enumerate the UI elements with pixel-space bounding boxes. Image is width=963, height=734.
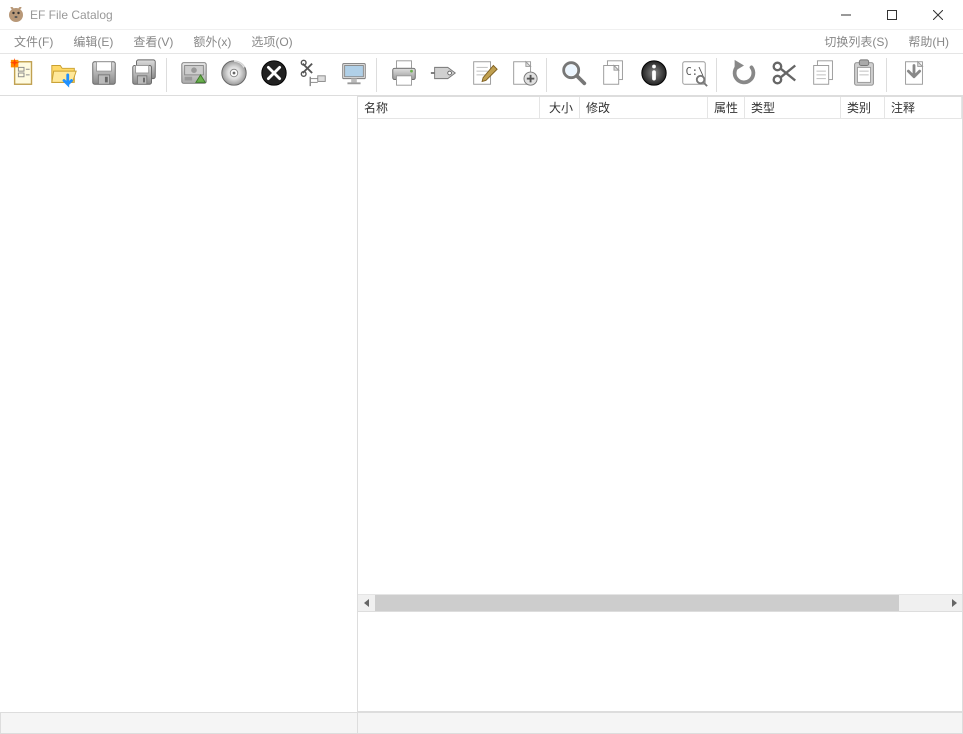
column-type[interactable]: 类型 <box>745 97 841 118</box>
file-list[interactable] <box>358 119 962 594</box>
cut-tree-icon <box>299 58 329 91</box>
add-file-button[interactable] <box>504 57 544 93</box>
status-right <box>358 713 963 734</box>
print-button[interactable] <box>384 57 424 93</box>
detail-pane[interactable] <box>358 612 963 712</box>
cut-tree-button[interactable] <box>294 57 334 93</box>
tag-button[interactable] <box>424 57 464 93</box>
toolbar-separator <box>166 58 172 92</box>
monitor-button[interactable] <box>334 57 374 93</box>
tree-pane[interactable] <box>0 96 358 712</box>
new-catalog-icon <box>9 58 39 91</box>
search-button[interactable] <box>554 57 594 93</box>
paste-button[interactable] <box>844 57 884 93</box>
undo-button[interactable] <box>724 57 764 93</box>
duplicate-icon <box>599 58 629 91</box>
menu-extra[interactable]: 额外(x) <box>183 30 241 53</box>
column-category[interactable]: 类别 <box>841 97 885 118</box>
statusbar <box>0 712 963 734</box>
scroll-thumb[interactable] <box>375 595 899 611</box>
add-file-icon <box>509 58 539 91</box>
disc-button[interactable] <box>214 57 254 93</box>
info-button[interactable] <box>634 57 674 93</box>
menu-file[interactable]: 文件(F) <box>4 30 63 53</box>
save-button[interactable] <box>84 57 124 93</box>
save-icon <box>89 58 119 91</box>
menu-switch-list[interactable]: 切换列表(S) <box>814 30 898 53</box>
drive-icon <box>179 58 209 91</box>
open-folder-icon <box>49 58 79 91</box>
column-modified[interactable]: 修改 <box>580 97 708 118</box>
toolbar-separator <box>716 58 722 92</box>
toolbar-separator <box>546 58 552 92</box>
drive-button[interactable] <box>174 57 214 93</box>
menu-view[interactable]: 查看(V) <box>123 30 183 53</box>
menubar: 文件(F) 编辑(E) 查看(V) 额外(x) 选项(O) 切换列表(S) 帮助… <box>0 30 963 54</box>
export-button[interactable] <box>894 57 934 93</box>
menu-edit[interactable]: 编辑(E) <box>63 30 123 53</box>
open-folder-button[interactable] <box>44 57 84 93</box>
export-icon <box>899 58 929 91</box>
list-pane: 名称 大小 修改 属性 类型 类别 注释 <box>358 96 963 612</box>
paste-icon <box>849 58 879 91</box>
toolbar-separator <box>376 58 382 92</box>
close-window-button[interactable] <box>915 0 961 30</box>
tag-icon <box>429 58 459 91</box>
column-name[interactable]: 名称 <box>358 97 540 118</box>
print-icon <box>389 58 419 91</box>
close-catalog-button[interactable] <box>254 57 294 93</box>
window-title: EF File Catalog <box>30 8 113 22</box>
copy-button[interactable] <box>804 57 844 93</box>
close-catalog-icon <box>259 58 289 91</box>
scroll-right-arrow[interactable] <box>945 595 962 611</box>
monitor-icon <box>339 58 369 91</box>
minimize-button[interactable] <box>823 0 869 30</box>
explorer-icon: C:\ <box>679 58 709 91</box>
duplicate-button[interactable] <box>594 57 634 93</box>
new-catalog-button[interactable] <box>4 57 44 93</box>
info-icon <box>639 58 669 91</box>
undo-icon <box>729 58 759 91</box>
toolbar-separator <box>886 58 892 92</box>
save-all-icon <box>129 58 159 91</box>
scissors-icon <box>769 58 799 91</box>
save-all-button[interactable] <box>124 57 164 93</box>
edit-button[interactable] <box>464 57 504 93</box>
app-icon <box>8 7 24 23</box>
scroll-track[interactable] <box>375 595 945 611</box>
status-left <box>0 713 358 734</box>
column-size[interactable]: 大小 <box>540 97 580 118</box>
copy-icon <box>809 58 839 91</box>
explorer-button[interactable]: C:\ <box>674 57 714 93</box>
scissors-button[interactable] <box>764 57 804 93</box>
scroll-left-arrow[interactable] <box>358 595 375 611</box>
column-attributes[interactable]: 属性 <box>708 97 745 118</box>
disc-icon <box>219 58 249 91</box>
content-area: 名称 大小 修改 属性 类型 类别 注释 <box>0 96 963 712</box>
column-header: 名称 大小 修改 属性 类型 类别 注释 <box>358 97 962 119</box>
toolbar: C:\ <box>0 54 963 96</box>
column-notes[interactable]: 注释 <box>885 97 962 118</box>
menu-help[interactable]: 帮助(H) <box>898 30 959 53</box>
horizontal-scrollbar[interactable] <box>358 594 962 611</box>
menu-options[interactable]: 选项(O) <box>241 30 302 53</box>
search-icon <box>559 58 589 91</box>
maximize-button[interactable] <box>869 0 915 30</box>
edit-icon <box>469 58 499 91</box>
titlebar: EF File Catalog <box>0 0 963 30</box>
